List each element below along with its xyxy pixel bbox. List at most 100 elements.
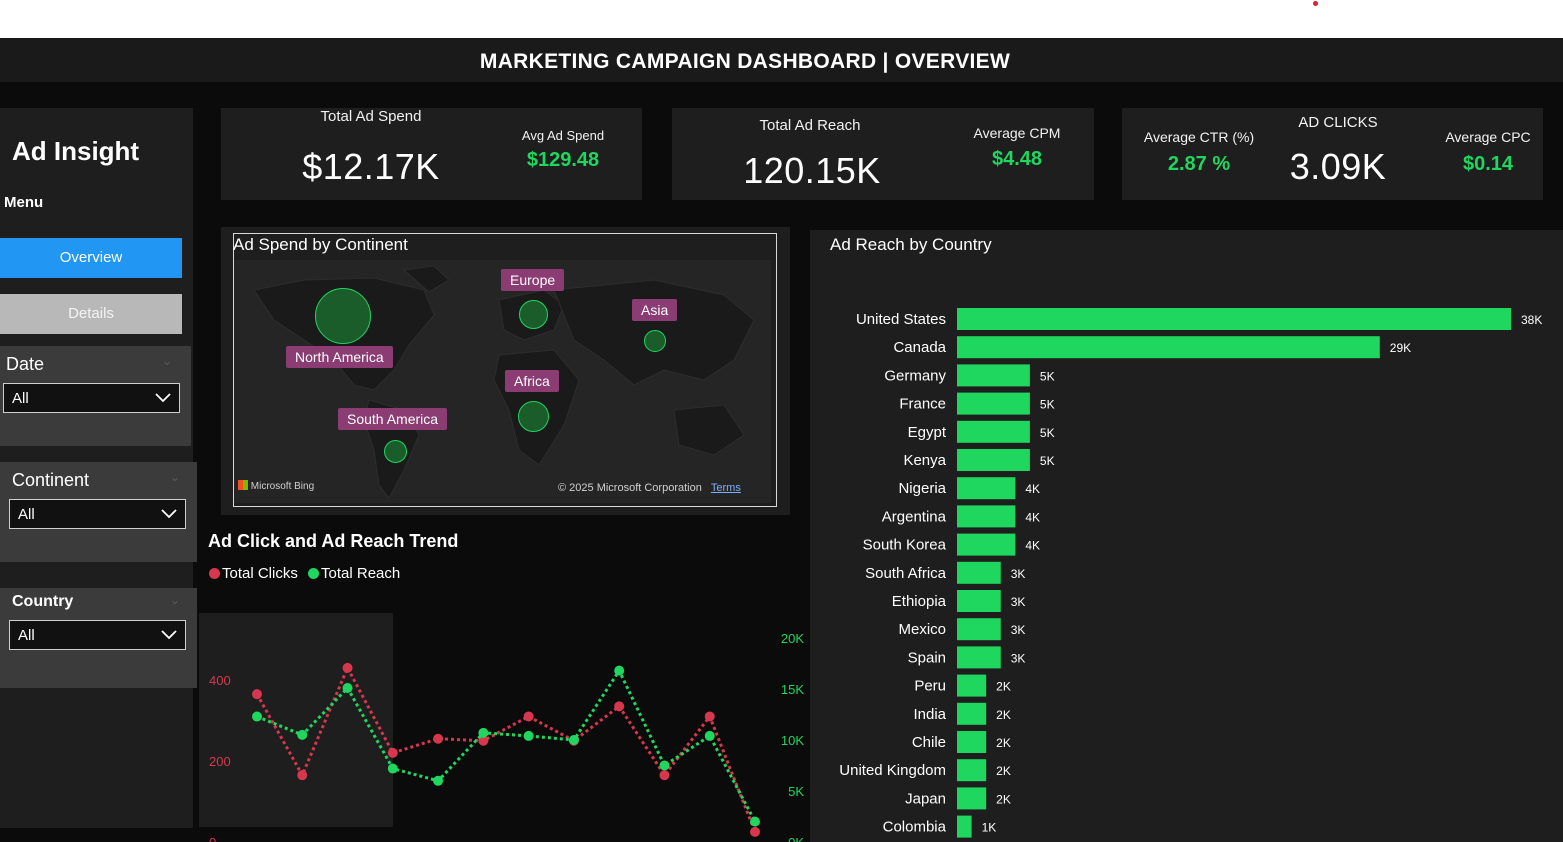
- page-title: MARKETING CAMPAIGN DASHBOARD | OVERVIEW: [479, 50, 1011, 73]
- bar-data-label: 4K: [1025, 482, 1040, 496]
- south-america-label: South America: [338, 408, 448, 430]
- menu-label: Menu: [4, 194, 44, 211]
- country-bar: [957, 759, 987, 782]
- clicks-series-point: [704, 711, 715, 722]
- country-bar: [957, 590, 1001, 612]
- total-ad-reach-value: 120.15K: [743, 150, 881, 191]
- bar-data-label: 5K: [1040, 426, 1055, 440]
- left-axis-tick: 0: [209, 835, 216, 842]
- country-dropdown[interactable]: All: [9, 620, 186, 650]
- country-slicer-title: Country: [12, 593, 74, 610]
- bar-data-label: 5K: [1040, 454, 1055, 468]
- country-slicer: Country ⌄ All: [0, 588, 197, 688]
- country-label: United Kingdom: [839, 762, 946, 779]
- reach-series-point: [252, 711, 262, 722]
- bar-data-label: 5K: [1040, 369, 1055, 383]
- country-label: South Africa: [865, 565, 947, 582]
- line-chart[interactable]: 02004000K5K10K15K20KJan 2023Apr 2023Jul …: [200, 578, 810, 842]
- country-bar: [957, 364, 1030, 387]
- bar-data-label: 2K: [996, 792, 1011, 806]
- bar-data-label: 29K: [1390, 341, 1411, 355]
- ad-clicks-value: 3.09K: [1289, 146, 1387, 187]
- country-bar: [957, 533, 1016, 556]
- country-label: Argentina: [882, 508, 947, 525]
- bar-data-label: 4K: [1025, 510, 1040, 524]
- country-label: Ethiopia: [892, 593, 947, 610]
- reach-series-point: [568, 735, 579, 745]
- country-bar: [957, 308, 1511, 330]
- bar-data-label: 2K: [996, 680, 1011, 694]
- country-bar: [957, 787, 987, 810]
- clicks-series-point: [342, 662, 353, 673]
- europe-bubble[interactable]: [519, 300, 548, 329]
- asia-label: Asia: [632, 299, 678, 321]
- left-axis-tick: 200: [209, 754, 231, 769]
- dashboard-canvas: MARKETING CAMPAIGN DASHBOARD | OVERVIEW …: [0, 38, 1563, 842]
- continent-slicer-chevron-icon: ⌄: [170, 470, 181, 484]
- microsoft-logo-icon: [238, 480, 248, 490]
- bar-data-label: 2K: [996, 736, 1011, 750]
- right-axis-tick: 15K: [781, 682, 804, 697]
- map-copyright-line: © 2025 Microsoft Corporation Terms: [558, 482, 741, 494]
- brand-title: Ad Insight: [12, 136, 140, 166]
- country-slicer-chevron-icon: ⌄: [170, 593, 181, 607]
- right-axis-tick: 10K: [781, 733, 804, 748]
- country-label: United States: [856, 311, 946, 328]
- country-bar: [957, 702, 987, 725]
- reach-series-point: [297, 729, 308, 740]
- left-axis-tick: 400: [209, 673, 231, 688]
- country-bar: [957, 731, 987, 753]
- continent-dropdown[interactable]: All: [9, 499, 186, 529]
- date-dropdown[interactable]: All: [3, 383, 180, 413]
- total-ad-spend-value: $12.17K: [302, 146, 440, 187]
- country-label: India: [913, 706, 946, 723]
- reach-series-point: [704, 730, 715, 741]
- continent-dropdown-value: All: [18, 506, 35, 523]
- south-america-bubble[interactable]: [384, 440, 407, 463]
- europe-label: Europe: [501, 269, 565, 291]
- right-axis-tick: 5K: [788, 784, 804, 799]
- right-axis-tick: 20K: [781, 631, 804, 646]
- clicks-series-point: [297, 770, 308, 781]
- clicks-series-point: [433, 733, 444, 744]
- country-bar: [957, 392, 1030, 415]
- map-provider: Microsoft Bing: [250, 481, 315, 492]
- date-slicer: Date ⌄ All: [0, 346, 191, 446]
- country-bar: [957, 420, 1030, 443]
- country-label: Peru: [914, 678, 946, 695]
- country-bar: [957, 561, 1001, 584]
- reach-series-point: [478, 727, 489, 738]
- clicks-series-point: [614, 701, 625, 712]
- bar-chart[interactable]: United States 38K Canada 29K Germany 5K France…: [810, 278, 1563, 842]
- ad-clicks-label: AD CLICKS: [1298, 114, 1378, 131]
- bar-data-label: 2K: [996, 708, 1011, 722]
- details-button[interactable]: Details: [0, 294, 182, 334]
- africa-label: Africa: [505, 370, 559, 392]
- country-dropdown-value: All: [18, 627, 35, 644]
- overview-button[interactable]: Overview: [0, 238, 182, 278]
- avg-ad-spend-label: Avg Ad Spend: [521, 128, 605, 143]
- reach-series-point: [433, 775, 444, 786]
- bar-data-label: 3K: [1011, 595, 1026, 609]
- continent-slicer-title: Continent: [12, 470, 90, 490]
- average-cpc-label: Average CPC: [1445, 129, 1531, 145]
- date-slicer-chevron-icon: ⌄: [162, 354, 173, 368]
- bar-data-label: 3K: [1011, 651, 1026, 665]
- average-ctr-label: Average CTR (%): [1143, 129, 1255, 145]
- chevron-down-icon: [155, 393, 171, 403]
- ad-clicks-card: Average CTR (%) 2.87 % AD CLICKS 3.09K A…: [1122, 108, 1543, 200]
- bar-data-label: 2K: [996, 764, 1011, 778]
- north-america-bubble[interactable]: [315, 288, 371, 344]
- country-bar: [957, 674, 987, 697]
- africa-bubble[interactable]: [518, 401, 549, 432]
- clicks-series-point: [252, 689, 262, 700]
- country-bar: [957, 815, 972, 838]
- bar-data-label: 3K: [1011, 567, 1026, 581]
- asia-bubble[interactable]: [644, 330, 666, 352]
- country-label: Germany: [884, 367, 946, 384]
- map-terms-link[interactable]: Terms: [711, 482, 741, 494]
- country-bar: [957, 449, 1030, 471]
- reach-series-point: [750, 816, 760, 827]
- clicks-series-point: [659, 770, 670, 781]
- average-cpm-value: $4.48: [991, 148, 1043, 170]
